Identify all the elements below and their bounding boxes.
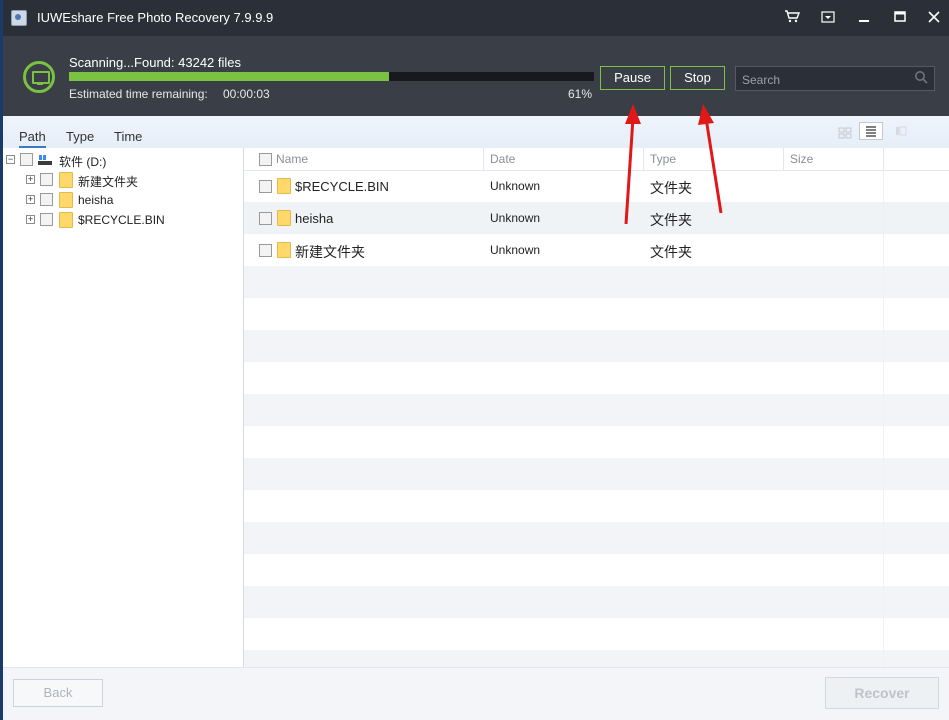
footer-bar: Back Recover [3, 667, 949, 720]
search-box[interactable] [735, 66, 935, 91]
expand-toggle[interactable]: + [26, 175, 35, 184]
list-header: Name Date Type Size [244, 148, 949, 171]
row-checkbox[interactable] [259, 212, 272, 225]
row-checkbox[interactable] [259, 244, 272, 257]
cart-icon[interactable] [781, 8, 803, 28]
tree-item-label: heisha [78, 193, 114, 207]
empty-table-row [244, 266, 949, 298]
file-type: 文件夹 [650, 212, 692, 228]
stop-button[interactable]: Stop [670, 66, 725, 90]
file-list: Name Date Type Size $RECYCLE.BIN Unknown… [244, 148, 949, 682]
tree-item[interactable]: + 新建文件夹 [3, 170, 243, 190]
empty-table-row [244, 618, 949, 650]
tree-item-label: $RECYCLE.BIN [78, 213, 165, 227]
row-checkbox[interactable] [259, 180, 272, 193]
folder-icon [59, 212, 73, 228]
recover-button[interactable]: Recover [825, 677, 939, 709]
empty-table-row [244, 522, 949, 554]
empty-table-row [244, 586, 949, 618]
tree-item-label: 软件 (D:) [59, 155, 107, 169]
table-row[interactable]: $RECYCLE.BIN Unknown 文件夹 [244, 170, 949, 202]
tree-root-drive[interactable]: − 软件 (D:) [3, 150, 243, 170]
empty-table-row [244, 298, 949, 330]
scan-status-text: Scanning...Found: 43242 files [69, 55, 242, 70]
expand-toggle[interactable]: + [26, 215, 35, 224]
app-window: IUWEshare Free Photo Recovery 7.9.9.9 Sc… [3, 0, 949, 720]
view-tabs-bar: Path Type Time [3, 116, 949, 149]
folder-icon [277, 242, 291, 258]
minimize-button[interactable] [853, 8, 875, 28]
close-button[interactable] [923, 8, 945, 28]
scan-progress-bar [69, 72, 594, 81]
folder-icon [277, 178, 291, 194]
column-header-size[interactable]: Size [790, 152, 813, 166]
column-separator[interactable] [783, 148, 784, 170]
column-guide [883, 170, 884, 667]
folder-icon [59, 192, 73, 208]
column-separator[interactable] [883, 148, 884, 170]
collapse-toggle[interactable]: − [6, 155, 15, 164]
tree-checkbox[interactable] [40, 193, 53, 206]
folder-icon [277, 210, 291, 226]
search-icon[interactable] [914, 70, 928, 84]
monitor-icon [23, 61, 55, 93]
file-date: Unknown [490, 179, 541, 193]
grid-view-icon[interactable] [837, 125, 853, 141]
column-header-date[interactable]: Date [490, 152, 515, 166]
pause-button[interactable]: Pause [600, 66, 665, 90]
column-separator[interactable] [483, 148, 484, 170]
table-row[interactable]: 新建文件夹 Unknown 文件夹 [244, 234, 949, 266]
progress-percent: 61% [568, 87, 593, 101]
column-separator[interactable] [643, 148, 644, 170]
tree-item-label: 新建文件夹 [78, 175, 139, 189]
back-button[interactable]: Back [13, 679, 103, 707]
tab-type[interactable]: Type [66, 129, 94, 144]
file-type: 文件夹 [650, 180, 692, 196]
column-header-name[interactable]: Name [276, 152, 308, 166]
file-date: Unknown [490, 211, 541, 225]
tab-time[interactable]: Time [114, 129, 142, 144]
file-type: 文件夹 [650, 244, 692, 260]
empty-table-row [244, 490, 949, 522]
empty-table-row [244, 394, 949, 426]
drive-icon [38, 155, 52, 165]
app-logo-icon [11, 10, 27, 26]
folder-icon [59, 172, 73, 188]
empty-table-row [244, 458, 949, 490]
window-title: IUWEshare Free Photo Recovery 7.9.9.9 [37, 10, 274, 25]
empty-table-row [244, 554, 949, 586]
preview-view-icon[interactable] [895, 125, 907, 137]
estimated-time-value: 00:00:03 [223, 87, 270, 101]
expand-toggle[interactable]: + [26, 195, 35, 204]
tree-checkbox[interactable] [20, 153, 33, 166]
column-header-type[interactable]: Type [650, 152, 676, 166]
list-view-icon [866, 126, 876, 137]
tree-checkbox[interactable] [40, 213, 53, 226]
file-date: Unknown [490, 243, 541, 257]
empty-table-row [244, 330, 949, 362]
file-name: 新建文件夹 [295, 244, 365, 260]
maximize-button[interactable] [889, 8, 911, 28]
scan-progress-panel: Scanning...Found: 43242 files Estimated … [3, 36, 949, 116]
dropdown-menu-icon[interactable] [817, 8, 839, 28]
title-bar: IUWEshare Free Photo Recovery 7.9.9.9 [3, 0, 949, 36]
file-name: heisha [295, 211, 334, 226]
tab-path[interactable]: Path [19, 129, 46, 148]
search-input[interactable] [740, 69, 914, 90]
scan-progress-fill [69, 72, 390, 81]
folder-tree: − 软件 (D:) + 新建文件夹 + heisha + $RECYCLE.BI… [3, 148, 244, 667]
tree-item[interactable]: + $RECYCLE.BIN [3, 210, 243, 230]
list-view-button[interactable] [859, 122, 883, 140]
tree-checkbox[interactable] [40, 173, 53, 186]
file-name: $RECYCLE.BIN [295, 179, 389, 194]
tree-item[interactable]: + heisha [3, 190, 243, 210]
empty-table-row [244, 362, 949, 394]
empty-table-row [244, 426, 949, 458]
select-all-checkbox[interactable] [259, 153, 272, 166]
estimated-time-label: Estimated time remaining: [69, 87, 208, 101]
table-row[interactable]: heisha Unknown 文件夹 [244, 202, 949, 234]
